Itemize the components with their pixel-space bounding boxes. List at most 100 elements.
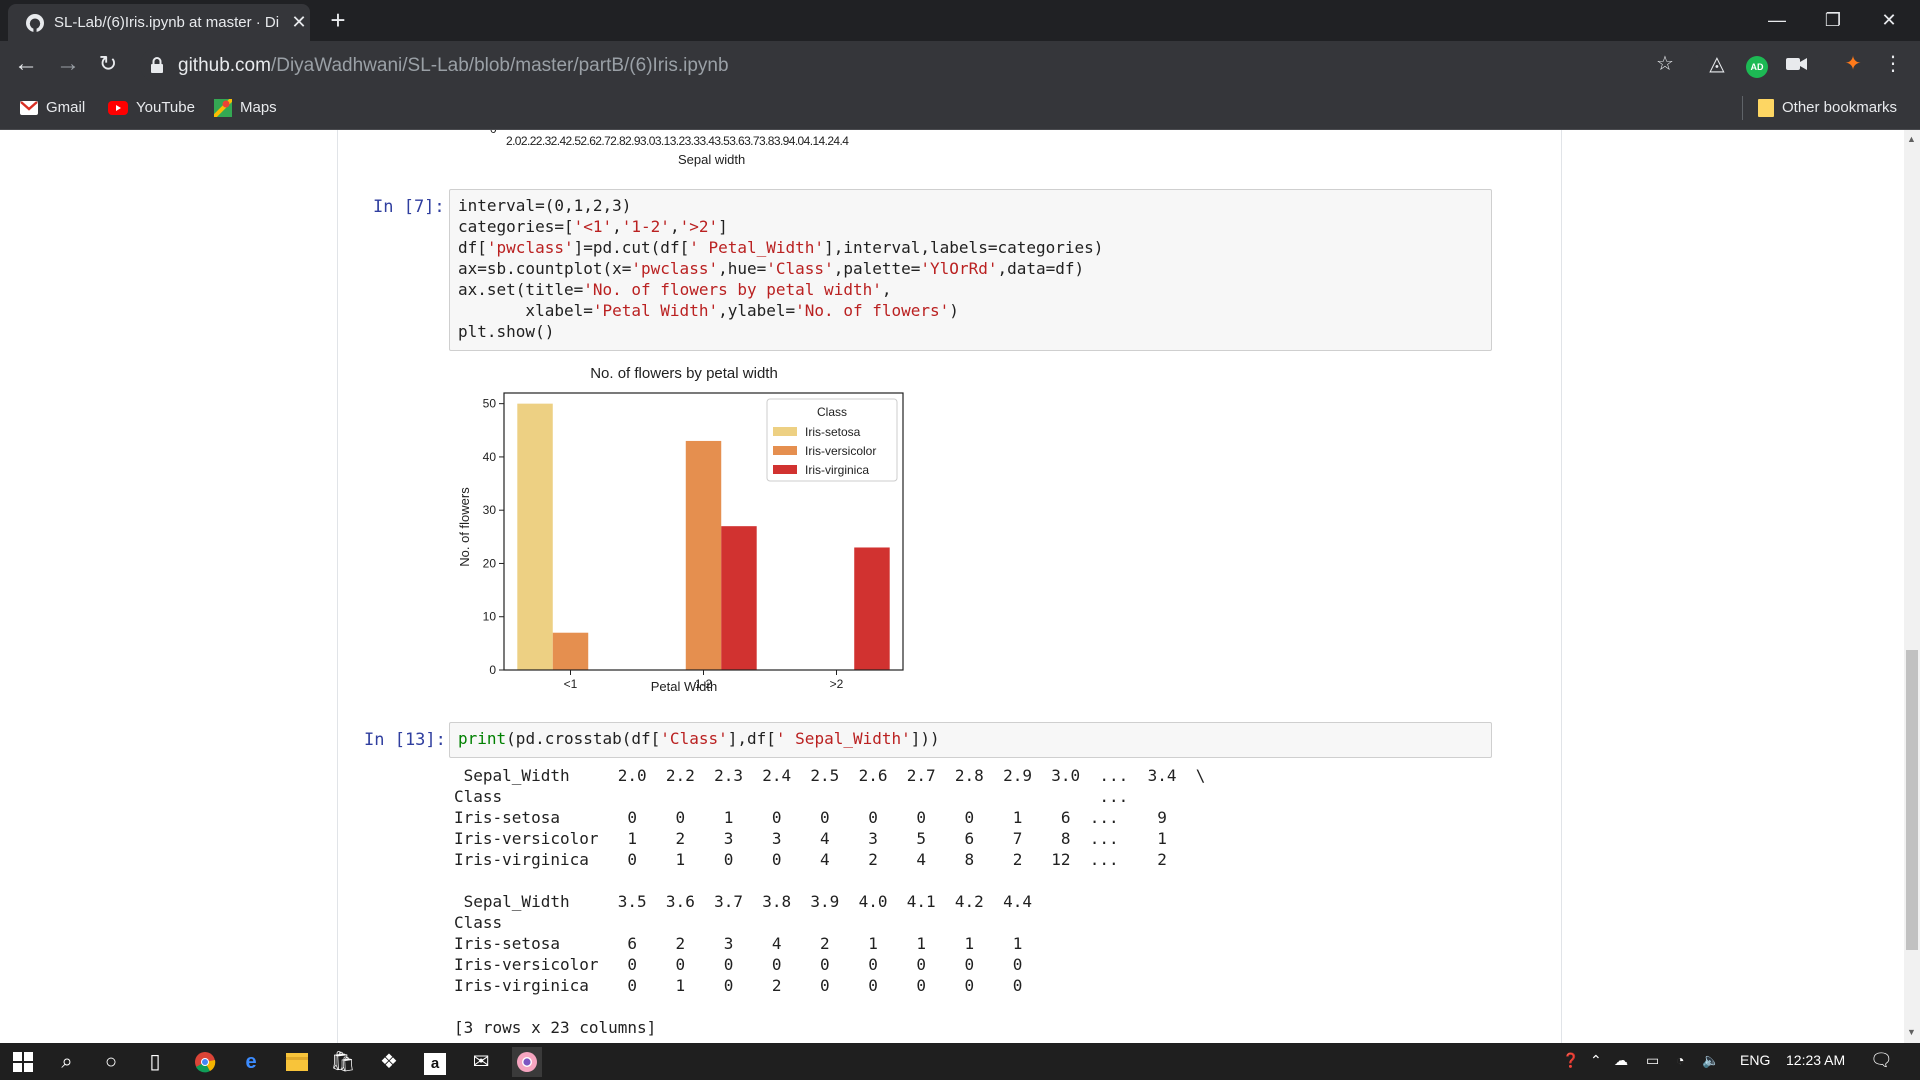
page-scrollbar[interactable]: ▲ ▼: [1904, 130, 1920, 1043]
scroll-up-icon[interactable]: ▲: [1907, 134, 1916, 144]
legend-swatch: [773, 427, 797, 436]
y-tick-label: 30: [483, 503, 497, 517]
bar-iris-versicolor-1: [685, 440, 722, 670]
close-tab-icon[interactable]: ✕: [288, 11, 310, 33]
chart-title: No. of flowers by petal width: [590, 365, 778, 382]
bookmark-label: YouTube: [136, 99, 195, 116]
bookmarks-bar: Gmail YouTube Maps Other bookmarks: [0, 88, 1920, 130]
close-window-button[interactable]: ✕: [1866, 4, 1912, 36]
minimize-button[interactable]: —: [1754, 4, 1800, 36]
legend-label: Iris-virginica: [805, 463, 869, 477]
code-cell-7[interactable]: interval=(0,1,2,3) categories=['<1','1-2…: [449, 189, 1492, 351]
volume-icon[interactable]: 🔈: [1702, 1052, 1719, 1069]
x-tick-label: >2: [830, 677, 844, 691]
battery-icon[interactable]: ▭: [1646, 1052, 1659, 1069]
new-tab-button[interactable]: +: [324, 7, 352, 34]
crosstab-output: Sepal_Width 2.0 2.2 2.3 2.4 2.5 2.6 2.7 …: [454, 766, 1454, 1043]
code-line: categories=['<1','1-2','>2']: [458, 217, 728, 236]
cell-prompt: In [7]:: [373, 197, 445, 217]
output-line: Iris-versicolor 1 2 3 3 4 3 5 6 7 8 ... …: [454, 829, 1196, 848]
scrollbar-thumb[interactable]: [1906, 650, 1918, 950]
output-line: Class ...: [454, 787, 1196, 806]
windows-start-icon[interactable]: [8, 1047, 38, 1077]
profile-avatar[interactable]: AD: [1744, 51, 1770, 78]
other-bookmarks-label: Other bookmarks: [1782, 99, 1898, 116]
bookmark-maps[interactable]: Maps: [214, 96, 277, 120]
url-path: /DiyaWadhwani/SL-Lab/blob/master/partB/(…: [270, 55, 729, 76]
chrome-active-icon[interactable]: [512, 1047, 542, 1077]
edge-icon[interactable]: e: [236, 1047, 266, 1077]
bar-iris-setosa-0: [517, 403, 553, 670]
browser-toolbar: ← → ↻ github.com/DiyaWadhwani/SL-Lab/blo…: [0, 41, 1920, 88]
output-line: Sepal_Width 3.5 3.6 3.7 3.8 3.9 4.0 4.1 …: [454, 892, 1052, 911]
address-bar[interactable]: github.com/DiyaWadhwani/SL-Lab/blob/mast…: [140, 47, 1700, 83]
output-line: Class: [454, 913, 1052, 932]
tab-strip: SL-Lab/(6)Iris.ipynb at master · Di ✕ + …: [0, 0, 1920, 41]
code-cell-13[interactable]: print(pd.crosstab(df['Class'],df[' Sepal…: [449, 722, 1492, 758]
code-line: df['pwclass']=pd.cut(df[' Petal_Width'],…: [458, 238, 1104, 257]
onedrive-icon[interactable]: ☁: [1614, 1052, 1628, 1069]
wifi-icon[interactable]: ◔: [1676, 1052, 1684, 1068]
youtube-icon: [108, 101, 128, 116]
other-bookmarks[interactable]: Other bookmarks: [1758, 96, 1897, 120]
output-line: Iris-virginica 0 1 0 2 0 0 0 0 0: [454, 976, 1042, 995]
extension-fox-icon[interactable]: ✦: [1840, 51, 1866, 77]
restore-button[interactable]: ❐: [1810, 4, 1856, 36]
legend-swatch: [773, 465, 797, 474]
clock[interactable]: 12:23 AM: [1786, 1052, 1845, 1068]
bookmark-gmail[interactable]: Gmail: [20, 96, 85, 120]
video-camera-icon[interactable]: [1784, 51, 1810, 77]
bar-iris-virginica-2: [854, 547, 890, 670]
forward-button[interactable]: →: [52, 49, 84, 81]
store-icon[interactable]: 🛍: [328, 1047, 358, 1077]
browser-tab[interactable]: SL-Lab/(6)Iris.ipynb at master · Di ✕: [8, 4, 310, 41]
y-tick-label: 10: [483, 610, 497, 624]
code-line: interval=(0,1,2,3): [458, 196, 632, 215]
bookmark-youtube[interactable]: YouTube: [108, 96, 195, 120]
code-line: print(pd.crosstab(df['Class'],df[' Sepal…: [458, 729, 940, 748]
tray-chevron-icon[interactable]: ⌃: [1590, 1052, 1602, 1069]
search-icon[interactable]: ⌕: [52, 1047, 82, 1077]
prev-chart-zero-tick: 0: [490, 130, 497, 136]
gmail-icon: [20, 101, 38, 116]
output-line: Iris-setosa 0 0 1 0 0 0 0 0 1 6 ... 9: [454, 808, 1196, 827]
code-line: ax.set(title='No. of flowers by petal wi…: [458, 280, 892, 299]
back-button[interactable]: ←: [10, 49, 42, 81]
url-host: github.com: [178, 55, 271, 76]
output-line: Sepal_Width 2.0 2.2 2.3 2.4 2.5 2.6 2.7 …: [454, 766, 1206, 785]
bookmark-label: Maps: [240, 99, 277, 116]
scroll-down-icon[interactable]: ▼: [1907, 1027, 1916, 1037]
help-icon[interactable]: ❓: [1562, 1052, 1579, 1069]
mail-icon[interactable]: ✉: [466, 1047, 496, 1077]
amazon-icon[interactable]: a: [420, 1047, 450, 1077]
cell-prompt: In [13]:: [364, 730, 446, 750]
bookmark-star-icon[interactable]: ☆: [1652, 51, 1678, 77]
code-line: plt.show(): [458, 322, 555, 341]
output-line: [3 rows x 23 columns]: [454, 1018, 657, 1037]
maps-icon: [214, 99, 232, 118]
legend-title: Class: [817, 405, 847, 419]
y-tick-label: 50: [483, 397, 497, 411]
y-tick-label: 40: [483, 450, 497, 464]
dropbox-icon[interactable]: ❖: [374, 1047, 404, 1077]
notebook-page: 0 2.02.22.32.42.52.62.72.82.93.03.13.23.…: [0, 130, 1904, 1043]
cortana-icon[interactable]: ○: [96, 1047, 126, 1077]
task-view-icon[interactable]: ▯: [140, 1047, 170, 1077]
file-explorer-icon[interactable]: [282, 1047, 312, 1077]
extension-drive-icon[interactable]: ◬: [1704, 51, 1730, 77]
output-line: Iris-versicolor 0 0 0 0 0 0 0 0 0: [454, 955, 1042, 974]
windows-taskbar: ⌕ ○ ▯ e 🛍 ❖ a ✉ ❓ ⌃ ☁ ▭ ◔ 🔈 ENG 12:23 AM…: [0, 1043, 1920, 1080]
reload-button[interactable]: ↻: [92, 49, 124, 81]
language-indicator[interactable]: ENG: [1740, 1052, 1770, 1068]
menu-icon[interactable]: ⋮: [1880, 51, 1906, 77]
notebook-container: 0 2.02.22.32.42.52.62.72.82.93.03.13.23.…: [337, 130, 1562, 1043]
bookmarks-divider: [1742, 96, 1743, 120]
prev-chart-xticks: 2.02.22.32.42.52.62.72.82.93.03.13.23.33…: [506, 134, 849, 148]
github-icon: [26, 14, 44, 32]
notifications-icon[interactable]: 🗨: [1870, 1050, 1893, 1071]
bar-iris-versicolor-0: [552, 632, 589, 670]
legend-swatch: [773, 446, 797, 455]
chrome-taskbar-icon[interactable]: [190, 1047, 220, 1077]
tab-title: SL-Lab/(6)Iris.ipynb at master · Di: [54, 14, 280, 31]
legend-label: Iris-setosa: [805, 425, 861, 439]
